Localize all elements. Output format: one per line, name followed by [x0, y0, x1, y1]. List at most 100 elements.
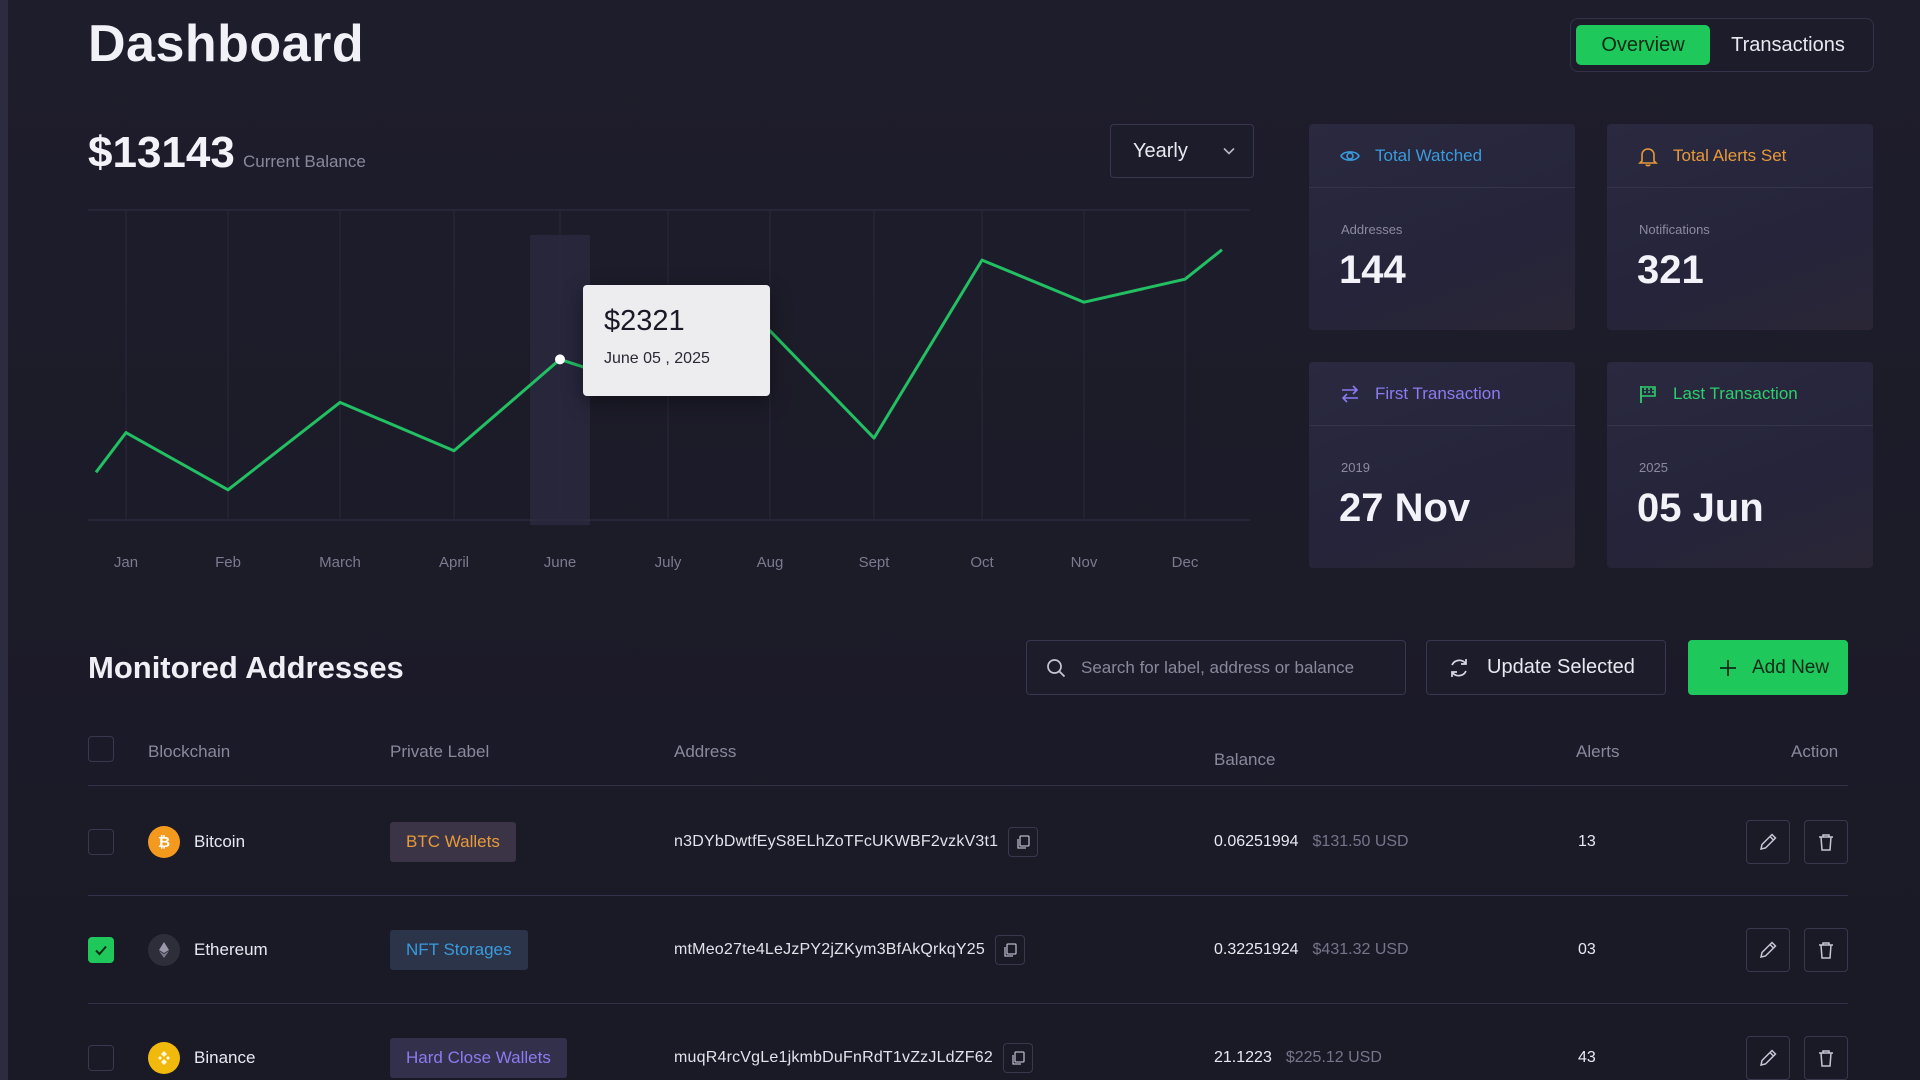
x-tick-label: Nov: [1071, 554, 1098, 571]
column-header-action: Action: [1791, 742, 1839, 761]
blockchain-name: Ethereum: [194, 940, 268, 959]
card-value: 321: [1637, 248, 1704, 292]
binance-icon: [148, 1042, 180, 1074]
blockchain-cell: Binance: [148, 1004, 255, 1080]
page-title: Dashboard: [88, 15, 365, 73]
action-cell: [1746, 788, 1848, 896]
blockchain-cell: ₿ Bitcoin: [148, 788, 245, 896]
edit-button[interactable]: [1746, 1036, 1790, 1080]
card-subtitle: 2019: [1341, 460, 1370, 475]
balance-cell: 0.32251924 $431.32 USD: [1214, 896, 1409, 1004]
transfer-icon: [1339, 383, 1361, 405]
row-checkbox[interactable]: [88, 1045, 114, 1071]
pencil-icon: [1760, 941, 1777, 958]
chart-tooltip: $2321 June 05 , 2025: [583, 285, 770, 396]
blockchain-name: Binance: [194, 1048, 256, 1067]
period-select-value: Yearly: [1133, 139, 1188, 162]
column-header-alerts: Alerts: [1576, 742, 1620, 761]
search-input[interactable]: [1081, 657, 1401, 678]
column-header-balance: Balance: [1214, 750, 1276, 769]
edit-button[interactable]: [1746, 820, 1790, 864]
pencil-icon: [1760, 1049, 1777, 1066]
blockchain-name: Bitcoin: [194, 832, 246, 851]
chevron-down-icon: [1222, 144, 1236, 158]
card-subtitle: Addresses: [1341, 222, 1403, 237]
x-tick-label: Sept: [859, 554, 891, 571]
eye-icon: [1339, 145, 1361, 167]
x-tick-label: Feb: [215, 554, 241, 571]
plus-icon: [1718, 658, 1738, 678]
tooltip-value: $2321: [604, 305, 685, 337]
address-cell: muqR4rcVgLe1jkmbDuFnRdT1vZzJLdZF62: [674, 1004, 1033, 1080]
update-selected-button[interactable]: Update Selected: [1426, 640, 1666, 695]
address-text: n3DYbDwtfEyS8ELhZoTFcUKWBF2vzkV3t1: [674, 833, 999, 850]
select-all-checkbox[interactable]: [88, 736, 114, 762]
alerts-cell: 13: [1578, 788, 1596, 896]
x-tick-label: March: [319, 554, 361, 571]
card-value: 144: [1339, 248, 1406, 292]
private-label-cell: Hard Close Wallets: [390, 1004, 567, 1080]
row-checkbox[interactable]: [88, 829, 114, 855]
edit-button[interactable]: [1746, 928, 1790, 972]
alerts-count: 43: [1578, 1049, 1596, 1066]
copy-icon[interactable]: [1008, 827, 1039, 857]
card-title: Last Transaction: [1673, 383, 1798, 403]
balance-amount: 0.32251924: [1214, 941, 1299, 958]
balance-usd: $225.12 USD: [1285, 1049, 1382, 1066]
card-title: First Transaction: [1375, 383, 1501, 403]
x-tick-label: Oct: [970, 554, 994, 571]
blockchain-cell: Ethereum: [148, 896, 268, 1004]
delete-button[interactable]: [1804, 1036, 1848, 1080]
alerts-count: 13: [1578, 833, 1596, 850]
tab-overview[interactable]: Overview: [1576, 25, 1710, 65]
address-cell: mtMeo27te4LeJzPY2jZKym3BfAkQrkqY25: [674, 896, 1025, 1004]
balance-usd: $131.50 USD: [1312, 833, 1409, 850]
period-select[interactable]: Yearly: [1110, 124, 1254, 178]
column-header-private-label: Private Label: [390, 742, 490, 761]
table-row[interactable]: Binance Hard Close Wallets muqR4rcVgLe1j…: [88, 1004, 1848, 1080]
delete-button[interactable]: [1804, 820, 1848, 864]
card-subtitle: Notifications: [1639, 222, 1710, 237]
balance-usd: $431.32 USD: [1312, 941, 1409, 958]
alerts-cell: 03: [1578, 896, 1596, 1004]
flag-icon: [1637, 383, 1659, 405]
column-header-address: Address: [674, 742, 737, 761]
sidebar-edge: [0, 0, 8, 1080]
table-row[interactable]: ₿ Bitcoin BTC Wallets n3DYbDwtfEyS8ELhZo…: [88, 788, 1848, 896]
checkmark-icon: [95, 945, 107, 956]
delete-button[interactable]: [1804, 928, 1848, 972]
section-title: Monitored Addresses: [88, 650, 404, 685]
tooltip-date: June 05 , 2025: [604, 350, 710, 367]
private-label-tag[interactable]: NFT Storages: [390, 930, 528, 970]
private-label-tag[interactable]: BTC Wallets: [390, 822, 516, 862]
row-checkbox[interactable]: [88, 937, 114, 963]
stat-card-total-alerts: Total Alerts Set Notifications 321: [1607, 124, 1873, 330]
action-cell: [1746, 896, 1848, 1004]
balance-amount: 0.06251994: [1214, 833, 1299, 850]
private-label-tag[interactable]: Hard Close Wallets: [390, 1038, 567, 1078]
ethereum-icon: [148, 934, 180, 966]
balance-amount: 21.1223: [1214, 1049, 1272, 1066]
address-text: muqR4rcVgLe1jkmbDuFnRdT1vZzJLdZF62: [674, 1049, 993, 1066]
pencil-icon: [1760, 833, 1777, 850]
add-new-label: Add New: [1752, 656, 1830, 678]
tab-transactions[interactable]: Transactions: [1710, 25, 1866, 65]
alerts-cell: 43: [1578, 1004, 1596, 1080]
update-selected-label: Update Selected: [1487, 656, 1635, 678]
card-subtitle: 2025: [1639, 460, 1668, 475]
alerts-count: 03: [1578, 941, 1596, 958]
add-new-button[interactable]: Add New: [1688, 640, 1848, 695]
bell-icon: [1637, 145, 1659, 167]
x-tick-label: July: [655, 554, 682, 571]
card-title: Total Watched: [1375, 145, 1483, 165]
private-label-cell: NFT Storages: [390, 896, 528, 1004]
trash-icon: [1819, 1050, 1833, 1067]
column-header-blockchain: Blockchain: [148, 742, 231, 761]
copy-icon[interactable]: [994, 935, 1025, 965]
x-tick-label: Dec: [1172, 554, 1199, 571]
table-row[interactable]: Ethereum NFT Storages mtMeo27te4LeJzPY2j…: [88, 896, 1848, 1004]
view-toggle: Overview Transactions: [1570, 18, 1874, 72]
copy-icon[interactable]: [1002, 1043, 1033, 1073]
x-tick-label: Aug: [757, 554, 784, 571]
card-title: Total Alerts Set: [1673, 145, 1787, 165]
